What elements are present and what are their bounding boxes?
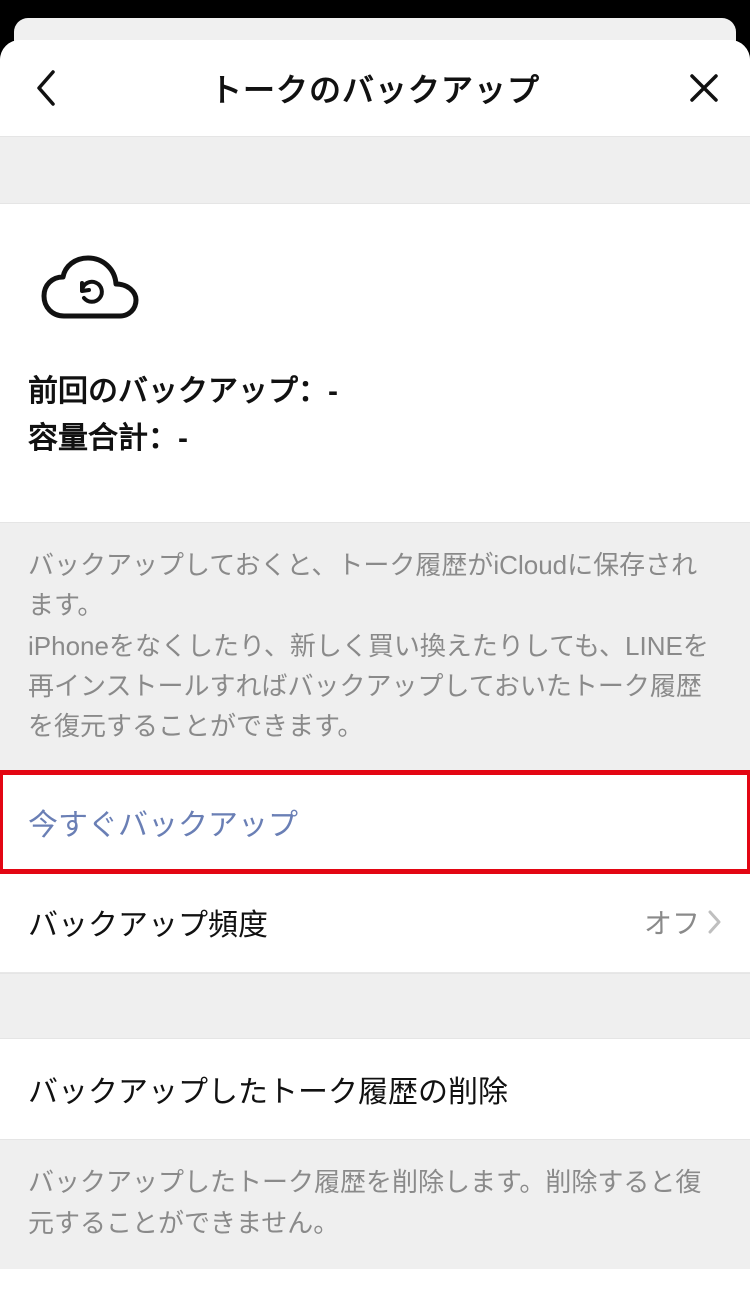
chevron-right-icon [708,910,722,934]
last-backup-row: 前回のバックアップ：- [28,369,722,416]
last-backup-value: - [328,375,338,408]
delete-backup-row[interactable]: バックアップしたトーク履歴の削除 [0,1039,750,1139]
backup-description-section: バックアップしておくと、トーク履歴がiCloudに保存されます。 iPhoneを… [0,522,750,772]
chevron-left-icon [35,69,57,107]
total-size-label: 容量合計： [28,422,178,455]
backup-frequency-value-group: オフ [644,902,722,942]
close-icon [688,72,720,104]
close-button[interactable] [682,66,726,110]
backup-description-text: バックアップしておくと、トーク履歴がiCloudに保存されます。 iPhoneを… [28,545,722,746]
delete-description-section: バックアップしたトーク履歴を削除します。削除すると復元することができません。 [0,1139,750,1269]
back-button[interactable] [24,66,68,110]
section-divider [0,136,750,204]
backup-frequency-label: バックアップ頻度 [28,900,268,944]
modal-sheet: トークのバックアップ 前回のバックアップ：- 容量合計：- バックアップしておく… [0,40,750,1294]
last-backup-label: 前回のバックアップ： [28,375,328,408]
backup-frequency-value: オフ [644,902,700,942]
backup-now-label: 今すぐバックアップ [28,800,298,844]
total-size-value: - [178,422,188,455]
backup-frequency-row[interactable]: バックアップ頻度 オフ [0,872,750,973]
header-bar: トークのバックアップ [0,40,750,136]
page-title: トークのバックアップ [210,65,540,111]
total-size-row: 容量合計：- [28,416,722,463]
delete-description-text: バックアップしたトーク履歴を削除します。削除すると復元することができません。 [28,1162,722,1243]
cloud-sync-icon [38,254,722,329]
delete-backup-label: バックアップしたトーク履歴の削除 [28,1067,508,1111]
backup-now-button[interactable]: 今すぐバックアップ [0,772,750,872]
backup-status-section: 前回のバックアップ：- 容量合計：- [0,204,750,522]
section-divider [0,973,750,1039]
